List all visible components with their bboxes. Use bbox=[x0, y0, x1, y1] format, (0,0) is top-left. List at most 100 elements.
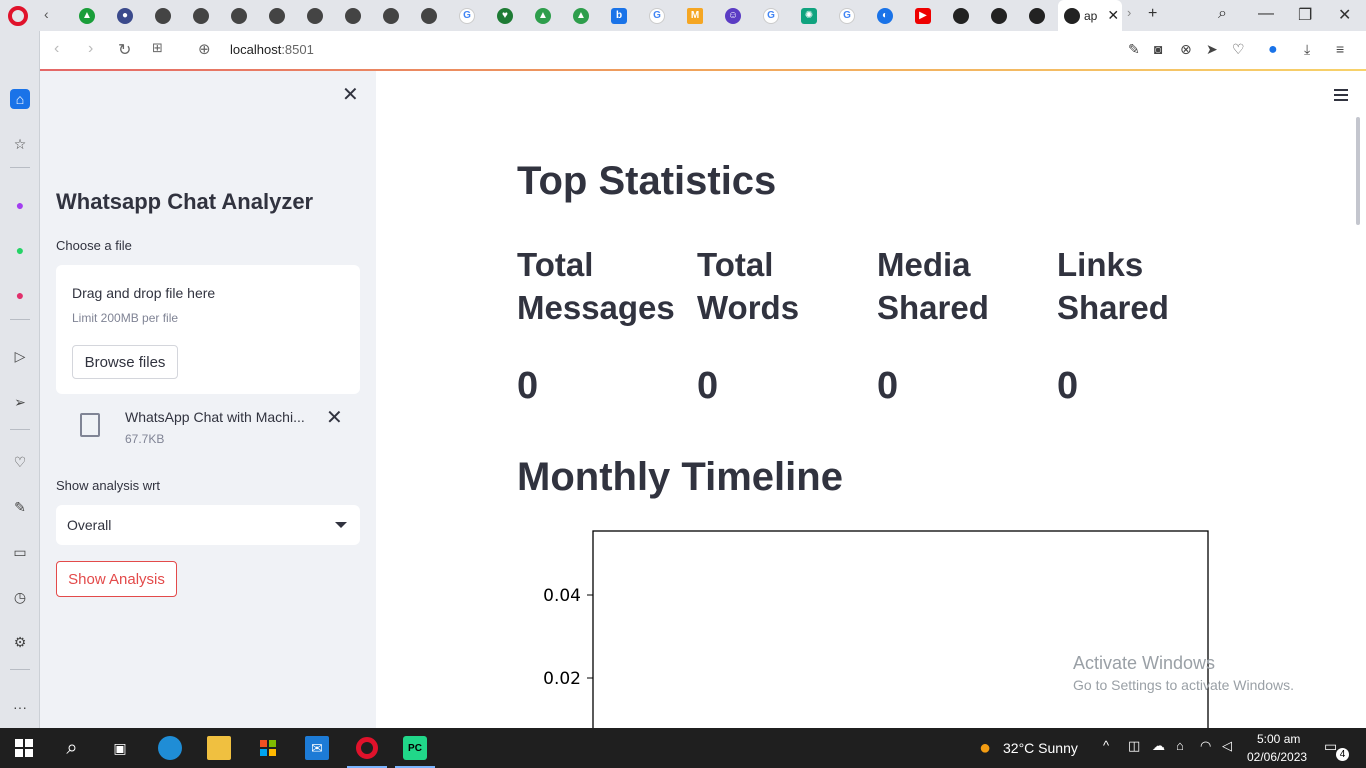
search-icon[interactable]: ⌕ bbox=[60, 736, 84, 760]
tab-favicon[interactable]: ☺ bbox=[718, 4, 748, 28]
send-icon[interactable]: ➤ bbox=[1206, 41, 1218, 58]
tab-favicon[interactable] bbox=[338, 4, 368, 28]
tab-favicon[interactable] bbox=[262, 4, 292, 28]
tab-favicon[interactable]: ● bbox=[110, 4, 140, 28]
browse-files-button[interactable]: Browse files bbox=[72, 345, 178, 379]
tab-favicon[interactable]: G bbox=[452, 4, 482, 28]
tray-chevron-up-icon[interactable]: ^ bbox=[1103, 738, 1109, 753]
whatsapp-icon[interactable]: ● bbox=[10, 240, 30, 260]
pinboard-icon[interactable]: ✎ bbox=[10, 497, 30, 517]
settings-icon[interactable]: ⚙ bbox=[10, 632, 30, 652]
download-icon[interactable]: ⤓ bbox=[1304, 41, 1310, 58]
tab-favicon[interactable]: ▲ bbox=[72, 4, 102, 28]
more-icon[interactable]: ··· bbox=[10, 697, 30, 717]
volume-icon[interactable]: ◁ bbox=[1222, 738, 1232, 754]
tab-favicon[interactable] bbox=[376, 4, 406, 28]
new-tab-icon[interactable]: + bbox=[1148, 5, 1157, 23]
opera-icon[interactable] bbox=[355, 736, 379, 760]
file-explorer-icon[interactable] bbox=[207, 736, 231, 760]
back-icon[interactable]: ‹ bbox=[54, 40, 59, 58]
stat-label: Links bbox=[1057, 246, 1144, 283]
restore-icon[interactable]: ❐ bbox=[1298, 5, 1312, 25]
tab-close-icon[interactable]: ✕ bbox=[1107, 7, 1119, 24]
url-field[interactable]: localhost:8501 bbox=[230, 42, 314, 57]
globe-icon bbox=[383, 8, 399, 24]
site-info-icon[interactable]: ⊕ bbox=[198, 40, 211, 58]
wifi-icon[interactable]: ◠ bbox=[1200, 738, 1211, 754]
tab-icon: M bbox=[687, 8, 703, 24]
block-icon[interactable]: ⊗ bbox=[1180, 41, 1192, 58]
stat-label: Shared bbox=[1057, 289, 1169, 326]
home-icon[interactable]: ⌂ bbox=[10, 89, 30, 109]
file-dropzone[interactable]: Drag and drop file here Limit 200MB per … bbox=[56, 265, 360, 394]
app-menu-icon[interactable] bbox=[1334, 89, 1348, 101]
tab-favicon[interactable] bbox=[148, 4, 178, 28]
tab-favicon[interactable] bbox=[1022, 4, 1052, 28]
tab-favicon[interactable]: M bbox=[680, 4, 710, 28]
menu-icon[interactable]: ≡ bbox=[1336, 41, 1344, 57]
tab-favicon[interactable]: ▶ bbox=[908, 4, 938, 28]
remove-file-icon[interactable]: ✕ bbox=[326, 405, 343, 430]
history-icon[interactable]: ◷ bbox=[10, 587, 30, 607]
pycharm-icon[interactable]: PC bbox=[403, 736, 427, 760]
chatgpt-icon: ✺ bbox=[801, 8, 817, 24]
tab-favicon[interactable] bbox=[414, 4, 444, 28]
tab-favicon[interactable] bbox=[946, 4, 976, 28]
scrollbar[interactable] bbox=[1356, 117, 1360, 225]
search-tabs-icon[interactable]: ⌕ bbox=[1218, 5, 1227, 23]
cloud-icon[interactable]: ☁ bbox=[1152, 738, 1165, 754]
forward-icon[interactable]: › bbox=[88, 40, 93, 58]
store-icon[interactable] bbox=[256, 736, 280, 760]
close-sidebar-icon[interactable]: ✕ bbox=[342, 85, 359, 105]
instagram-icon[interactable]: ● bbox=[10, 285, 30, 305]
url-host: localhost bbox=[230, 42, 282, 57]
weather-text[interactable]: 32°C Sunny bbox=[1003, 740, 1078, 756]
tab-scroll-left-icon[interactable]: ‹ bbox=[44, 6, 49, 22]
task-view-icon[interactable]: ▣ bbox=[108, 736, 132, 760]
heart-icon[interactable]: ♡ bbox=[1232, 41, 1245, 58]
tab-favicon[interactable]: ▲ bbox=[566, 4, 596, 28]
tab-grid-icon[interactable]: ⊞ bbox=[152, 40, 163, 56]
clock-time[interactable]: 5:00 am bbox=[1257, 732, 1300, 746]
clock-date[interactable]: 02/06/2023 bbox=[1247, 750, 1307, 764]
flow-icon[interactable]: ➢ bbox=[10, 392, 30, 412]
player-icon[interactable]: ▷ bbox=[10, 346, 30, 366]
edit-icon[interactable]: ✎ bbox=[1128, 41, 1140, 58]
camera-icon[interactable]: ◙ bbox=[1154, 41, 1162, 57]
tab-favicon[interactable]: ▲ bbox=[528, 4, 558, 28]
reload-icon[interactable]: ↻ bbox=[118, 40, 131, 60]
stat-label: Messages bbox=[517, 289, 675, 326]
analysis-select[interactable]: Overall bbox=[56, 505, 360, 545]
tab-scroll-right-icon[interactable]: › bbox=[1127, 5, 1131, 20]
active-tab[interactable]: ap ✕ bbox=[1058, 0, 1122, 31]
close-window-icon[interactable]: ✕ bbox=[1338, 5, 1351, 25]
edge-icon[interactable] bbox=[158, 736, 182, 760]
tab-favicon[interactable]: b bbox=[604, 4, 634, 28]
tab-favicon[interactable]: ♥ bbox=[490, 4, 520, 28]
tab-favicon[interactable] bbox=[186, 4, 216, 28]
tab-favicon[interactable]: ✺ bbox=[794, 4, 824, 28]
tab-favicon[interactable] bbox=[224, 4, 254, 28]
tab-favicon[interactable]: ◐ bbox=[870, 4, 900, 28]
show-analysis-button[interactable]: Show Analysis bbox=[56, 561, 177, 597]
divider bbox=[10, 167, 30, 168]
mail-icon[interactable]: ✉ bbox=[305, 736, 329, 760]
windows-start-icon[interactable] bbox=[12, 736, 36, 760]
tab-strip: ‹ ▲ ● G ♥ ▲ ▲ b G M ☺ G ✺ G ◐ ▶ ap ✕ › +… bbox=[0, 0, 1366, 31]
tab-favicon[interactable]: G bbox=[756, 4, 786, 28]
tab-favicon[interactable]: G bbox=[832, 4, 862, 28]
tab-favicon[interactable] bbox=[300, 4, 330, 28]
messenger-icon[interactable]: ● bbox=[10, 195, 30, 215]
tab-icon: ◐ bbox=[877, 8, 893, 24]
tab-favicon[interactable]: G bbox=[642, 4, 672, 28]
minimize-icon[interactable]: — bbox=[1258, 5, 1274, 23]
network-icon[interactable]: ⌂ bbox=[1176, 738, 1184, 753]
tab-favicon[interactable] bbox=[984, 4, 1014, 28]
bookmarks-icon[interactable]: ♡ bbox=[10, 452, 30, 472]
speed-dial-icon[interactable]: ☆ bbox=[10, 134, 30, 154]
tabs-icon[interactable]: ▭ bbox=[10, 542, 30, 562]
tray-icon[interactable]: ◫ bbox=[1128, 738, 1140, 754]
opera-logo-icon[interactable] bbox=[8, 6, 28, 26]
profile-icon[interactable]: ● bbox=[1268, 41, 1278, 59]
watermark-title: Activate Windows bbox=[1073, 653, 1216, 673]
